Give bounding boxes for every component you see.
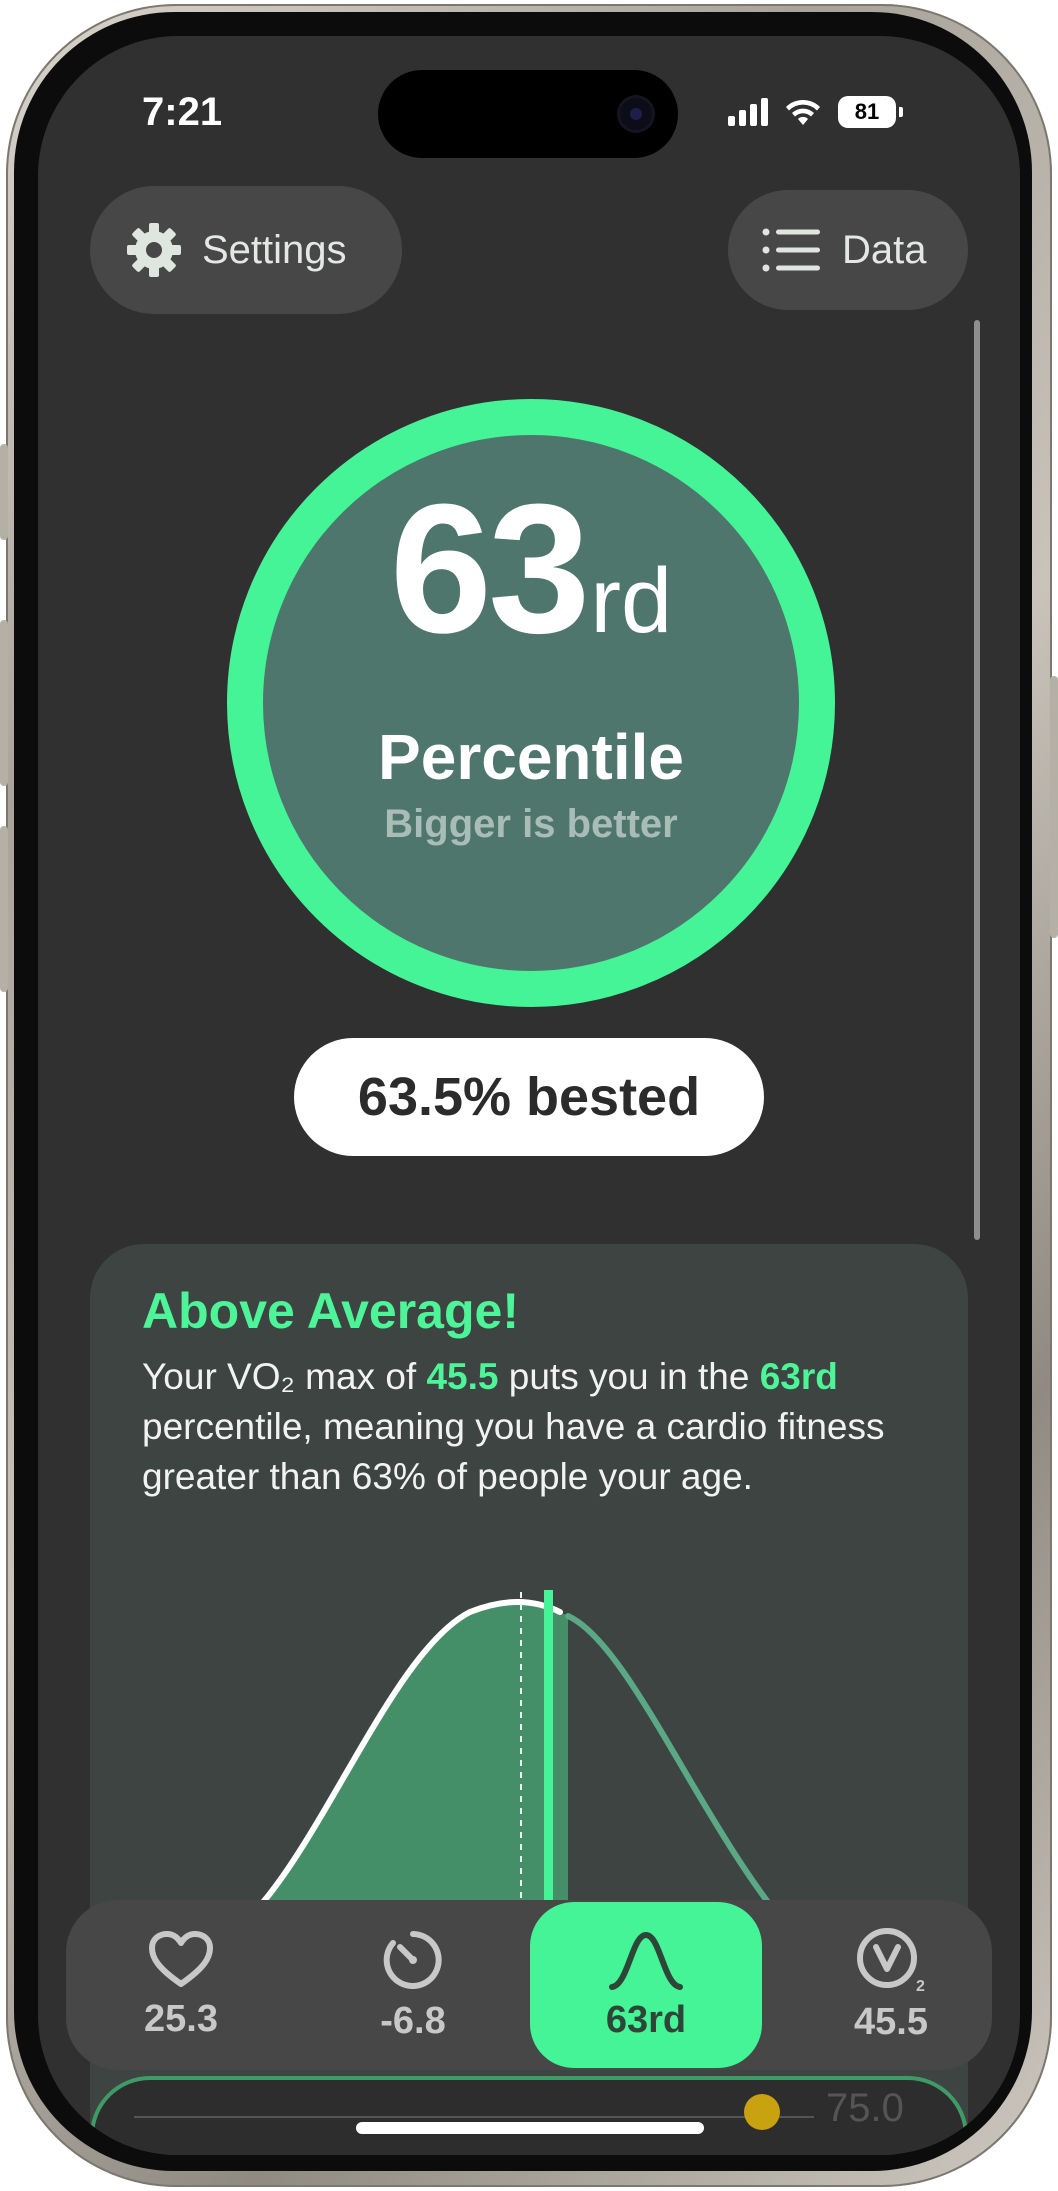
tab-percentile-label: 63rd bbox=[605, 1998, 687, 2041]
vo2-value: 45.5 bbox=[426, 1356, 499, 1397]
gear-icon bbox=[127, 223, 181, 277]
tab-percentile[interactable]: 63rd bbox=[530, 1902, 762, 2068]
user-marker-line bbox=[544, 1590, 553, 1904]
percentile-value: 63rd bbox=[759, 1356, 838, 1397]
heart-icon bbox=[149, 1930, 213, 1987]
scrollbar[interactable] bbox=[974, 320, 980, 1240]
peek-track bbox=[134, 2116, 814, 2118]
desc-text-2: puts you in the bbox=[498, 1356, 760, 1397]
svg-text:2: 2 bbox=[916, 1978, 925, 1993]
action-button bbox=[0, 444, 8, 540]
vo2-icon: 2 bbox=[857, 1927, 925, 1993]
percentile-subtitle: Bigger is better bbox=[384, 802, 678, 846]
card-title: Above Average! bbox=[142, 1283, 519, 1339]
home-indicator[interactable] bbox=[356, 2122, 704, 2134]
peek-marker bbox=[744, 2094, 780, 2130]
rank-suffix: rd bbox=[590, 550, 673, 652]
desc-text-3: percentile, meaning you have a cardio fi… bbox=[142, 1406, 885, 1497]
percentile-ring: 63 rd Percentile Bigger is better bbox=[226, 398, 836, 1008]
peek-value: 75.0 bbox=[826, 2086, 904, 2130]
bell-curve-icon bbox=[609, 1931, 683, 1990]
percentile-text: 63 rd Percentile Bigger is better bbox=[226, 398, 836, 1008]
tab-recovery-label: -6.8 bbox=[380, 1999, 446, 2042]
desc-text-1: Your VO₂ max of bbox=[142, 1356, 427, 1397]
distribution-fill bbox=[261, 1602, 568, 1904]
data-label: Data bbox=[842, 227, 927, 272]
rank-value: 63 rd bbox=[226, 476, 836, 660]
power-button bbox=[1050, 676, 1058, 938]
percentile-label: Percentile bbox=[378, 721, 684, 793]
volume-down-button bbox=[0, 826, 8, 992]
stopwatch-icon bbox=[383, 1930, 442, 1989]
next-card-peek: 75.0 bbox=[90, 2076, 968, 2155]
tab-recovery[interactable]: -6.8 bbox=[318, 1900, 508, 2070]
status-time: 7:21 bbox=[142, 90, 223, 134]
distribution-curve-right bbox=[565, 1613, 774, 1904]
settings-label: Settings bbox=[202, 227, 347, 272]
wifi-icon bbox=[786, 99, 820, 125]
data-button[interactable]: Data bbox=[728, 190, 968, 310]
camera-icon bbox=[620, 98, 652, 130]
list-icon bbox=[762, 228, 820, 272]
tab-bar: 25.3 -6.8 63rd 2 45.5 bbox=[66, 1900, 992, 2070]
tab-heart-rate[interactable]: 25.3 bbox=[86, 1900, 276, 2070]
bested-badge: 63.5% bested bbox=[294, 1038, 764, 1156]
dynamic-island bbox=[378, 70, 678, 158]
rank-number: 63 bbox=[389, 465, 591, 671]
cellular-signal-icon bbox=[728, 98, 768, 126]
battery-indicator: 81 bbox=[838, 96, 903, 128]
tab-vo2-label: 45.5 bbox=[854, 2000, 928, 2043]
distribution-chart bbox=[257, 1590, 774, 1904]
settings-button[interactable]: Settings bbox=[90, 186, 402, 314]
app-screen: 7:21 81 Settings Data 63 rd Percentile B… bbox=[38, 36, 1020, 2155]
volume-up-button bbox=[0, 620, 8, 786]
tab-heart-label: 25.3 bbox=[144, 1997, 218, 2040]
status-indicators: 81 bbox=[728, 96, 903, 128]
tab-vo2[interactable]: 2 45.5 bbox=[796, 1900, 986, 2070]
card-description: Your VO₂ max of 45.5 puts you in the 63r… bbox=[142, 1352, 942, 1502]
